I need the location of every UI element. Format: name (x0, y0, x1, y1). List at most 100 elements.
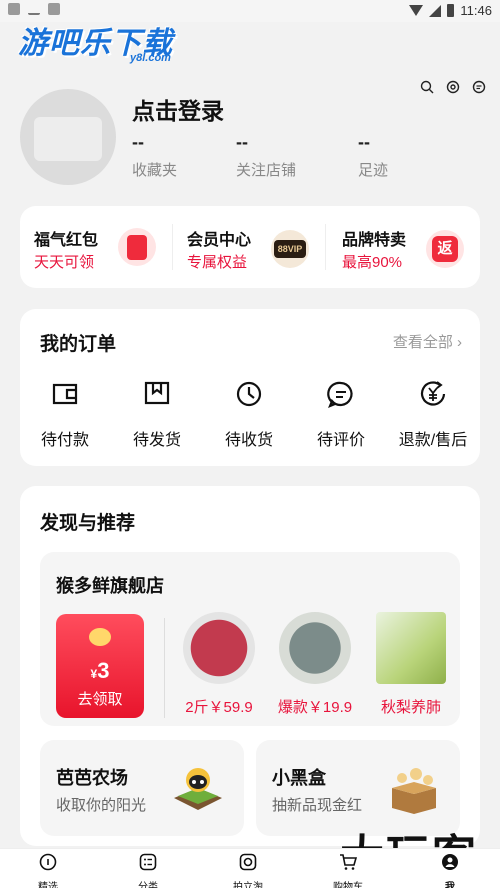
product-item[interactable]: 秋梨养肺 (366, 612, 456, 717)
order-pending-payment[interactable]: 待付款 (20, 379, 110, 450)
promo-title: 福气红包 (34, 232, 99, 249)
stat-value: -- (132, 132, 144, 152)
system-indicators: 11:46 (409, 3, 492, 18)
rebate-badge-text: 返 (432, 236, 458, 262)
shield-notification-icon (8, 3, 20, 15)
shrimp-product-image (279, 612, 351, 684)
stat-favorites[interactable]: -- 收藏夹 (132, 132, 177, 180)
farm-icon (174, 768, 222, 810)
tab-label: 购物车 (333, 882, 363, 888)
header-actions (420, 80, 486, 94)
tab-photo-search[interactable]: 拍立淘 (218, 853, 278, 888)
store-card[interactable]: 猴多鲜旗舰店 ¥3 去领取 2斤￥59.9 爆款￥19.9 秋梨养肺 (40, 552, 460, 726)
gift-box-icon (392, 768, 436, 814)
stat-value: -- (358, 132, 370, 152)
watermark-logo: 游吧乐下载 y8l.com (18, 16, 188, 68)
stat-label: 收藏夹 (132, 162, 178, 179)
promo-red-packet[interactable]: 福气红包 天天可领 (20, 206, 172, 288)
battery-icon (447, 4, 455, 17)
red-packet-icon (118, 228, 156, 266)
tab-me[interactable]: 我 (420, 853, 480, 888)
discover-card: 发现与推荐 猴多鲜旗舰店 ¥3 去领取 2斤￥59.9 爆款￥19.9 秋梨养肺… (20, 486, 480, 846)
card-title: 小黑盒 (272, 768, 326, 788)
product-item[interactable]: 爆款￥19.9 (270, 612, 360, 717)
order-label: 退款/售后 (398, 432, 468, 449)
discover-title: 发现与推荐 (40, 513, 136, 534)
notification-icons (8, 3, 60, 15)
product-item[interactable]: 2斤￥59.9 (174, 612, 264, 717)
stat-footprints[interactable]: -- 足迹 (358, 132, 388, 180)
vip-badge-text: 88VIP (274, 240, 306, 258)
orders-title: 我的订单 (40, 334, 117, 355)
order-refund-aftersale[interactable]: 退款/售后 (388, 379, 478, 450)
stat-followed-stores[interactable]: -- 关注店铺 (236, 132, 296, 180)
app-notification-icon (48, 3, 60, 15)
store-name: 猴多鲜旗舰店 (56, 576, 164, 596)
vip-badge-icon: 88VIP (271, 230, 309, 268)
cart-icon (340, 854, 358, 870)
promo-subtitle: 最高90% (342, 254, 403, 271)
product-label: 2斤￥59.9 (185, 699, 253, 716)
product-label: 爆款￥19.9 (277, 699, 353, 716)
camera-icon (239, 853, 257, 871)
tab-category[interactable]: 分类 (118, 853, 178, 888)
divider (164, 618, 165, 718)
refund-yen-icon (420, 381, 446, 406)
order-label: 待付款 (40, 432, 89, 449)
order-pending-shipment[interactable]: 待发货 (112, 379, 202, 450)
message-icon[interactable] (472, 80, 486, 94)
avatar[interactable] (20, 89, 116, 185)
tab-label: 拍立淘 (233, 882, 263, 888)
promo-member-center[interactable]: 会员中心 专属权益 88VIP (173, 206, 325, 288)
order-label: 待评价 (316, 432, 365, 449)
promo-card: 福气红包 天天可领 会员中心 专属权益 88VIP 品牌特卖 最高90% 返 (20, 206, 480, 288)
card-title: 芭芭农场 (56, 768, 128, 788)
promo-subtitle: 专属权益 (187, 254, 248, 271)
login-link[interactable]: 点击登录 (132, 92, 224, 126)
home-icon (39, 853, 57, 871)
rebate-icon: 返 (426, 230, 464, 268)
stat-label: 关注店铺 (236, 162, 297, 179)
card-subtitle: 抽新品现金红 (272, 797, 363, 814)
tab-label: 分类 (138, 882, 158, 888)
search-icon[interactable] (420, 80, 434, 94)
promo-title: 品牌特卖 (342, 232, 407, 249)
tab-cart[interactable]: 购物车 (318, 853, 378, 888)
clock-icon (236, 381, 262, 407)
money-bag-icon (89, 628, 111, 646)
product-label: 秋梨养肺 (380, 699, 441, 716)
order-label: 待收货 (224, 432, 273, 449)
promo-title: 会员中心 (187, 232, 252, 249)
tab-label: 我 (445, 882, 455, 888)
profile-icon (442, 854, 458, 870)
order-label: 待发货 (132, 432, 181, 449)
avatar-placeholder-icon (34, 117, 102, 161)
promo-subtitle: 天天可领 (34, 254, 95, 271)
tab-label: 精选 (38, 882, 58, 888)
baba-farm-card[interactable]: 芭芭农场 收取你的阳光 (40, 740, 244, 836)
wifi-icon (409, 5, 424, 16)
signal-icon (429, 4, 442, 17)
beef-product-image (183, 612, 255, 684)
view-all-orders-link[interactable]: 查看全部 › (393, 331, 462, 352)
stat-label: 足迹 (358, 162, 389, 179)
coupon-amount: ¥3 (56, 658, 144, 684)
card-subtitle: 收取你的阳光 (56, 797, 147, 814)
gear-icon[interactable] (446, 80, 460, 94)
tab-featured[interactable]: 精选 (18, 853, 78, 888)
comment-icon (327, 381, 353, 408)
stat-value: -- (236, 132, 248, 152)
coupon-card[interactable]: ¥3 去领取 (56, 614, 144, 718)
coupon-value: 3 (97, 658, 110, 683)
promo-brand-sale[interactable]: 品牌特卖 最高90% 返 (326, 206, 480, 288)
pear-product-image (376, 612, 446, 684)
wallet-icon (52, 383, 78, 405)
claim-coupon-button[interactable]: 去领取 (56, 688, 144, 709)
watermark-logo-sub: y8l.com (130, 52, 171, 64)
my-orders-card: 我的订单 查看全部 › 待付款 待发货 待收货 待评价 退款/售后 (20, 309, 480, 466)
bottom-tab-bar: 精选 分类 拍立淘 购物车 我 (0, 848, 500, 888)
category-icon (139, 853, 157, 871)
order-pending-receipt[interactable]: 待收货 (204, 379, 294, 450)
order-pending-review[interactable]: 待评价 (296, 379, 386, 450)
clock-time: 11:46 (460, 3, 492, 18)
